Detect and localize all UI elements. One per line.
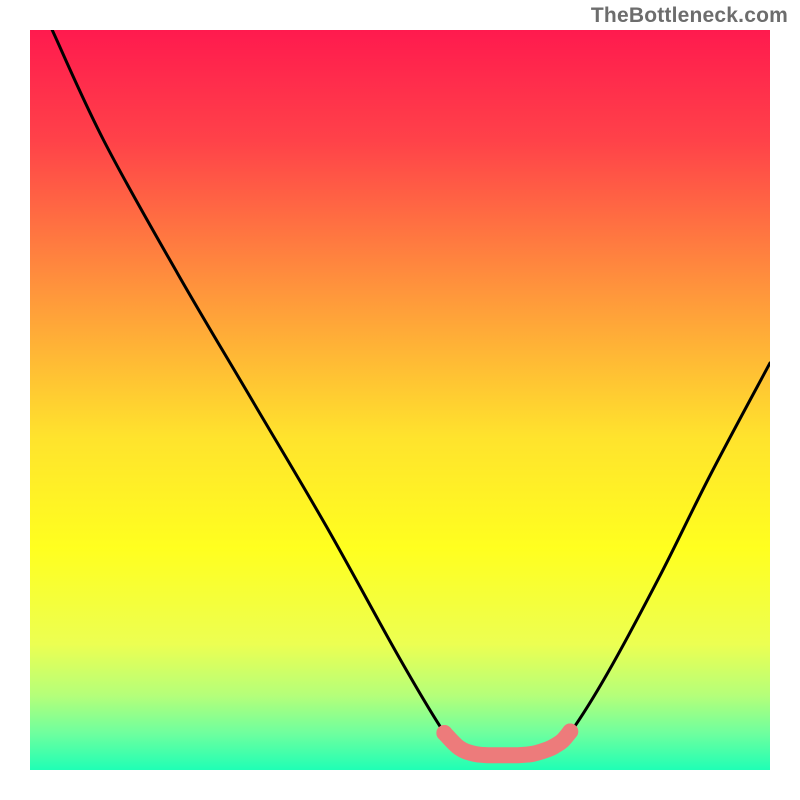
plot-area: [30, 30, 770, 770]
highlight-end-dot: [562, 724, 578, 740]
plot-svg: [30, 30, 770, 770]
watermark-text: TheBottleneck.com: [591, 4, 788, 28]
highlight-start-dot: [436, 725, 452, 741]
chart-container: TheBottleneck.com: [0, 0, 800, 800]
